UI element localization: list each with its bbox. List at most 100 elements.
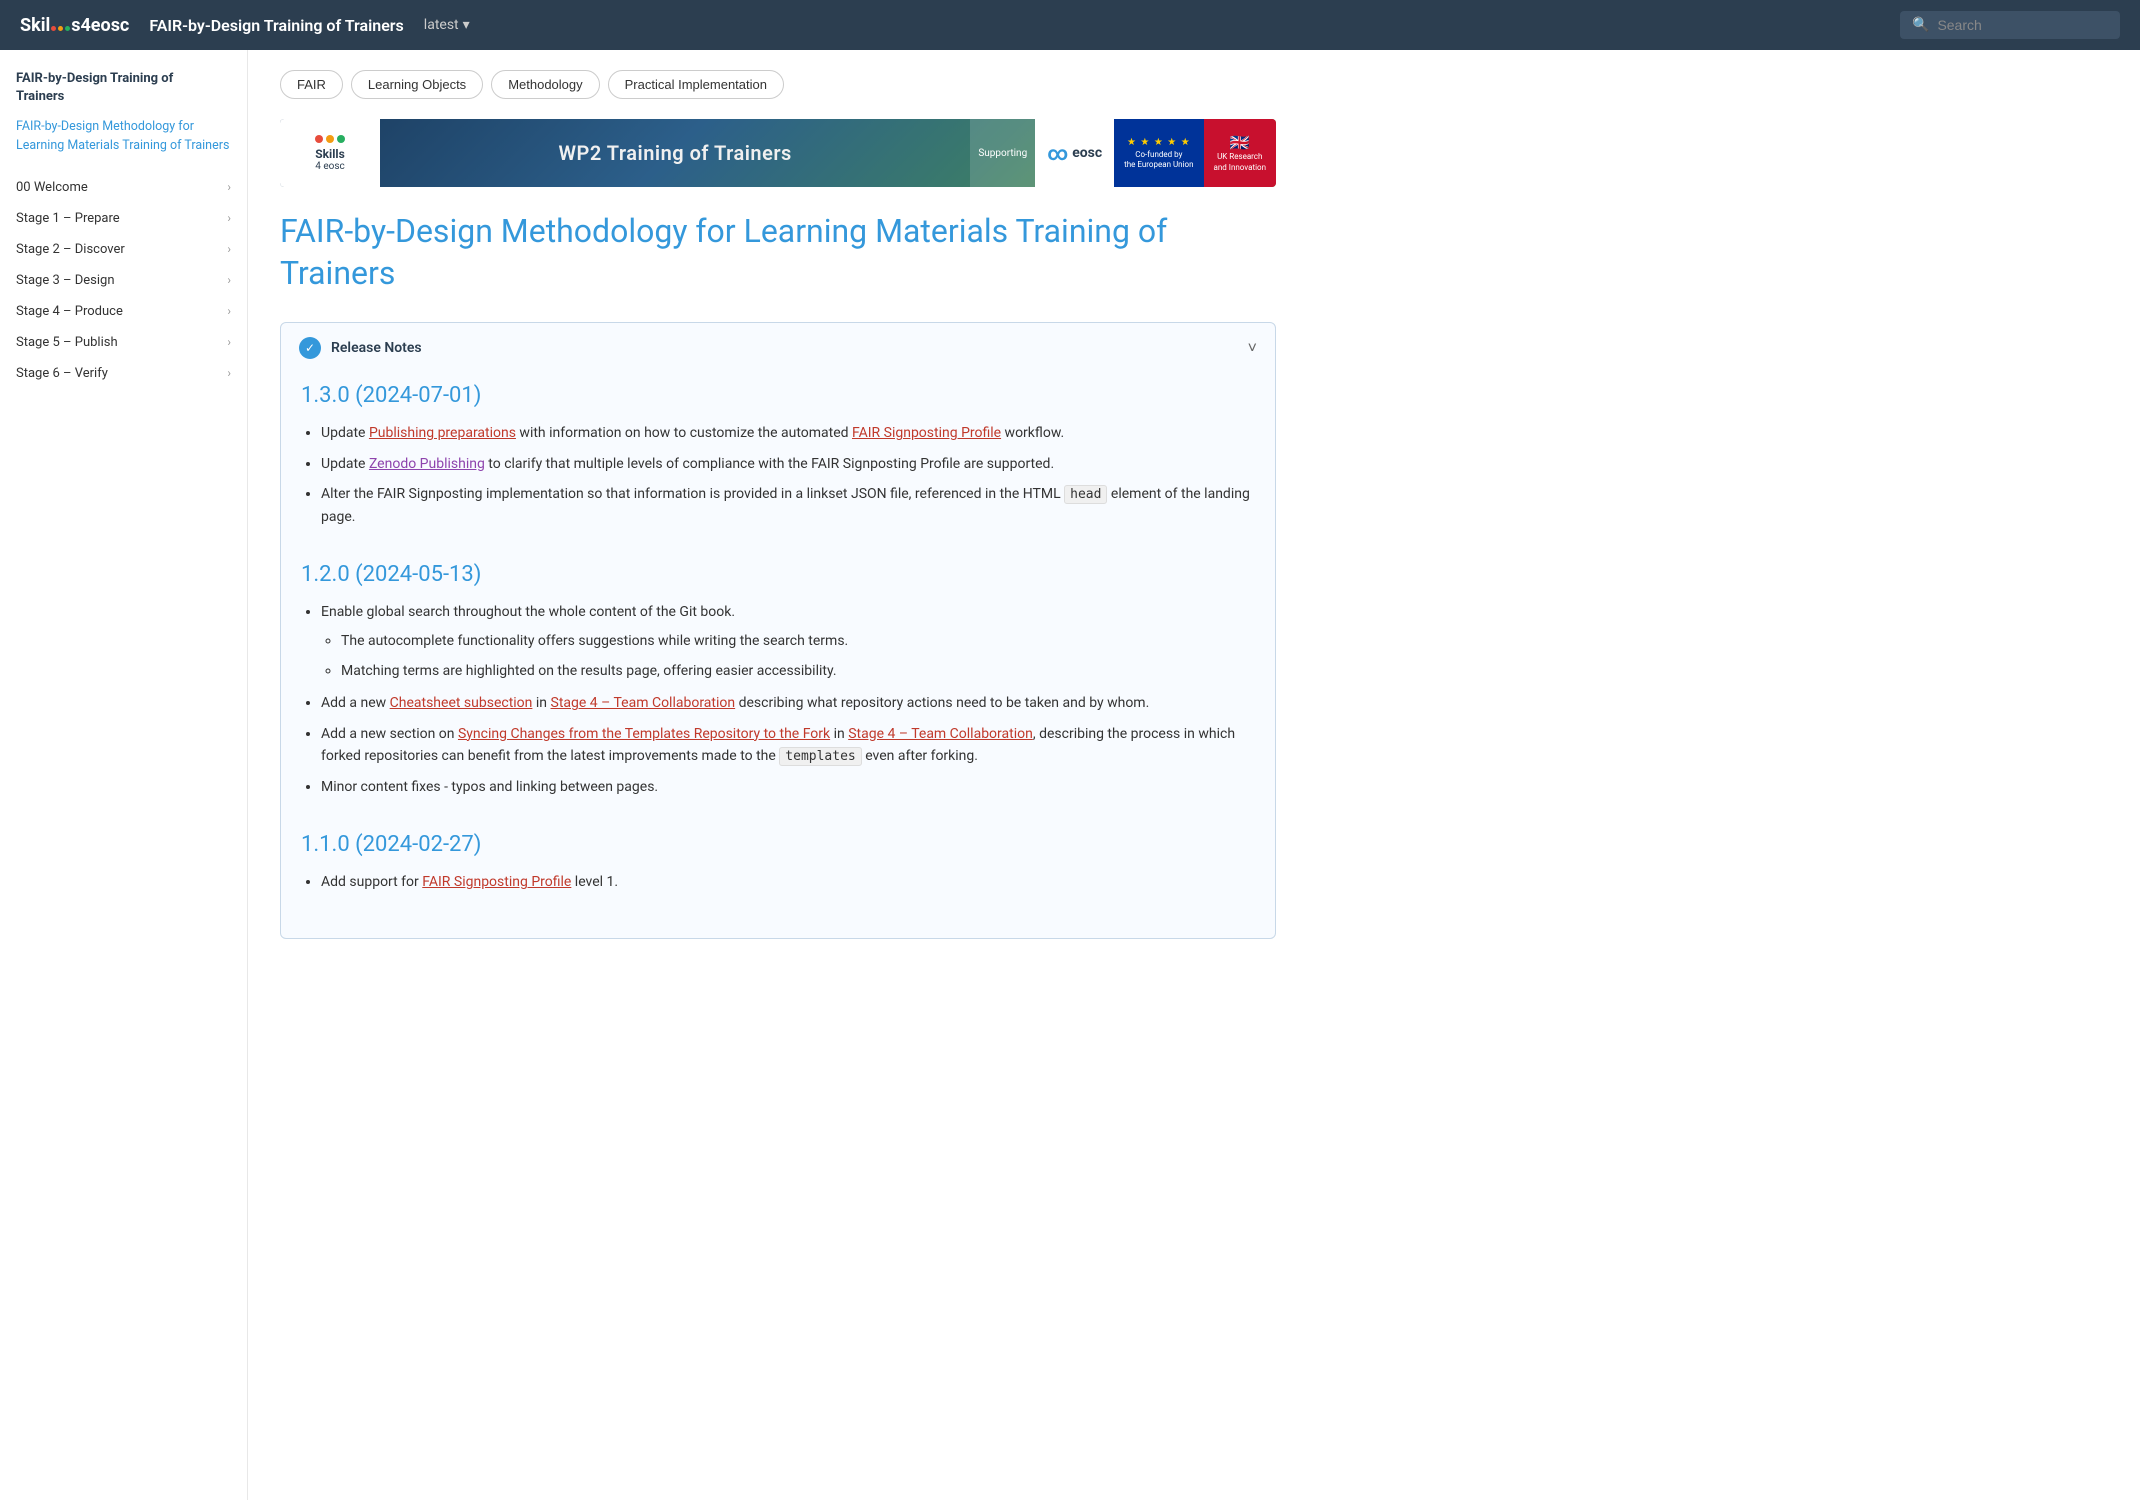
- sidebar-item-stage2[interactable]: Stage 2 – Discover ›: [0, 234, 247, 265]
- sidebar-item-stage5-label: Stage 5 – Publish: [16, 335, 118, 350]
- top-navigation: Skil s4eosc FAIR-by-Design Training of T…: [0, 0, 2140, 50]
- logo-text-rest: s4eosc: [71, 15, 129, 36]
- list-item: Matching terms are highlighted on the re…: [341, 660, 1255, 682]
- banner-dot-green: [337, 135, 345, 143]
- dot-yellow: [58, 26, 63, 31]
- sidebar-item-stage6-label: Stage 6 – Verify: [16, 366, 108, 381]
- main-content: FAIR Learning Objects Methodology Practi…: [248, 50, 1308, 1500]
- version-label: latest: [424, 17, 459, 33]
- sidebar-item-welcome[interactable]: 00 Welcome ›: [0, 172, 247, 203]
- sidebar-item-stage4-label: Stage 4 – Produce: [16, 304, 123, 319]
- version-bullets-120: Enable global search throughout the whol…: [301, 601, 1255, 798]
- list-item: Add support for FAIR Signposting Profile…: [321, 871, 1255, 893]
- chevron-right-icon: ›: [227, 180, 231, 194]
- sidebar-item-stage1[interactable]: Stage 1 – Prepare ›: [0, 203, 247, 234]
- fair-signposting-profile-link-2[interactable]: FAIR Signposting Profile: [422, 874, 571, 890]
- sidebar-item-stage2-label: Stage 2 – Discover: [16, 242, 125, 257]
- version-section-110: 1.1.0 (2024-02-27) Add support for FAIR …: [301, 822, 1255, 893]
- version-section-130: 1.3.0 (2024-07-01) Update Publishing pre…: [301, 373, 1255, 528]
- sidebar-item-stage6[interactable]: Stage 6 – Verify ›: [0, 358, 247, 389]
- chevron-right-icon: ›: [227, 242, 231, 256]
- sidebar-item-welcome-label: 00 Welcome: [16, 180, 88, 195]
- uk-text: UK Researchand Innovation: [1214, 152, 1267, 173]
- eu-stars: ★ ★ ★ ★ ★: [1127, 137, 1191, 148]
- zenodo-publishing-link[interactable]: Zenodo Publishing: [369, 456, 485, 472]
- tab-learning-objects[interactable]: Learning Objects: [351, 70, 483, 99]
- list-item: Enable global search throughout the whol…: [321, 601, 1255, 682]
- tab-practical-implementation[interactable]: Practical Implementation: [608, 70, 784, 99]
- nav-title: FAIR-by-Design Training of Trainers: [149, 16, 403, 35]
- eosc-infinity-icon: ∞: [1047, 141, 1068, 165]
- syncing-changes-link[interactable]: Syncing Changes from the Templates Repos…: [458, 726, 830, 742]
- banner-dot-red: [315, 135, 323, 143]
- page-heading: FAIR-by-Design Methodology for Learning …: [280, 211, 1276, 294]
- banner-eosc: ∞ eosc: [1035, 119, 1114, 187]
- sidebar: FAIR-by-Design Training ofTrainers FAIR-…: [0, 50, 248, 1500]
- banner-logo: Skills 4 eosc: [280, 119, 380, 187]
- sidebar-item-stage5[interactable]: Stage 5 – Publish ›: [0, 327, 247, 358]
- version-heading-130: 1.3.0 (2024-07-01): [301, 373, 1255, 408]
- banner-eu: ★ ★ ★ ★ ★ Co-funded bythe European Union: [1114, 119, 1203, 187]
- logo-dots: [51, 26, 70, 31]
- dot-red: [51, 26, 56, 31]
- cheatsheet-subsection-link[interactable]: Cheatsheet subsection: [390, 695, 533, 711]
- sidebar-active-link[interactable]: FAIR-by-Design Methodology for Learning …: [0, 118, 247, 172]
- chevron-right-icon: ›: [227, 366, 231, 380]
- code-templates: templates: [779, 747, 861, 766]
- list-item: Update Zenodo Publishing to clarify that…: [321, 453, 1255, 475]
- version-bullets-130: Update Publishing preparations with info…: [301, 422, 1255, 528]
- chevron-right-icon: ›: [227, 273, 231, 287]
- chevron-right-icon: ›: [227, 335, 231, 349]
- code-head: head: [1064, 485, 1107, 504]
- version-chevron-icon: ▾: [463, 17, 470, 33]
- sidebar-item-stage3[interactable]: Stage 3 – Design ›: [0, 265, 247, 296]
- banner-title: WP2 Training of Trainers: [380, 141, 970, 165]
- uk-flag-icon: 🇬🇧: [1230, 133, 1250, 152]
- chevron-right-icon: ›: [227, 211, 231, 225]
- sub-bullet-list: The autocomplete functionality offers su…: [321, 630, 1255, 683]
- search-icon: 🔍: [1912, 17, 1929, 33]
- search-input[interactable]: [1937, 17, 2097, 33]
- banner-right: Supporting ∞ eosc ★ ★ ★ ★ ★ Co-funded by…: [970, 119, 1276, 187]
- list-item: Alter the FAIR Signposting implementatio…: [321, 483, 1255, 528]
- uk-flag-area: 🇬🇧: [1230, 133, 1250, 152]
- banner-logo-text: Skills: [315, 147, 345, 161]
- list-item: Add a new section on Syncing Changes fro…: [321, 723, 1255, 768]
- version-heading-110: 1.1.0 (2024-02-27): [301, 822, 1255, 857]
- release-chevron-icon: ˅: [1248, 338, 1257, 358]
- list-item: Update Publishing preparations with info…: [321, 422, 1255, 444]
- stage4-team-collab-link-1[interactable]: Stage 4 – Team Collaboration: [551, 695, 736, 711]
- dot-green: [65, 26, 70, 31]
- banner: Skills 4 eosc WP2 Training of Trainers S…: [280, 119, 1276, 187]
- fair-signposting-profile-link-1[interactable]: FAIR Signposting Profile: [852, 425, 1001, 441]
- logo-text-s: Skil: [20, 15, 50, 36]
- list-item: Add a new Cheatsheet subsection in Stage…: [321, 692, 1255, 714]
- sidebar-item-stage4[interactable]: Stage 4 – Produce ›: [0, 296, 247, 327]
- publishing-preparations-link[interactable]: Publishing preparations: [369, 425, 516, 441]
- list-item: The autocomplete functionality offers su…: [341, 630, 1255, 652]
- tab-fair[interactable]: FAIR: [280, 70, 343, 99]
- sidebar-item-stage1-label: Stage 1 – Prepare: [16, 211, 120, 226]
- release-header-left: ✓ Release Notes: [299, 337, 422, 359]
- version-bullets-110: Add support for FAIR Signposting Profile…: [301, 871, 1255, 893]
- release-notes-content: 1.3.0 (2024-07-01) Update Publishing pre…: [281, 373, 1275, 938]
- banner-dot-yellow: [326, 135, 334, 143]
- version-selector[interactable]: latest ▾: [424, 17, 470, 33]
- sidebar-book-title: FAIR-by-Design Training ofTrainers: [0, 70, 247, 118]
- eu-text: Co-funded bythe European Union: [1124, 150, 1193, 169]
- version-section-120: 1.2.0 (2024-05-13) Enable global search …: [301, 552, 1255, 798]
- sidebar-item-stage3-label: Stage 3 – Design: [16, 273, 115, 288]
- stage4-team-collab-link-2[interactable]: Stage 4 – Team Collaboration: [848, 726, 1033, 742]
- banner-logo-sub: 4 eosc: [315, 161, 345, 172]
- release-notes-header[interactable]: ✓ Release Notes ˅: [281, 323, 1275, 373]
- eosc-text: eosc: [1072, 145, 1102, 161]
- chevron-right-icon: ›: [227, 304, 231, 318]
- release-notes-title: Release Notes: [331, 340, 422, 356]
- search-box[interactable]: 🔍: [1900, 11, 2120, 39]
- release-notes-box: ✓ Release Notes ˅ 1.3.0 (2024-07-01) Upd…: [280, 322, 1276, 939]
- release-notes-icon: ✓: [299, 337, 321, 359]
- logo[interactable]: Skil s4eosc: [20, 15, 129, 36]
- banner-logo-dots: [315, 135, 345, 143]
- tab-methodology[interactable]: Methodology: [491, 70, 599, 99]
- tabs-bar: FAIR Learning Objects Methodology Practi…: [280, 70, 1276, 99]
